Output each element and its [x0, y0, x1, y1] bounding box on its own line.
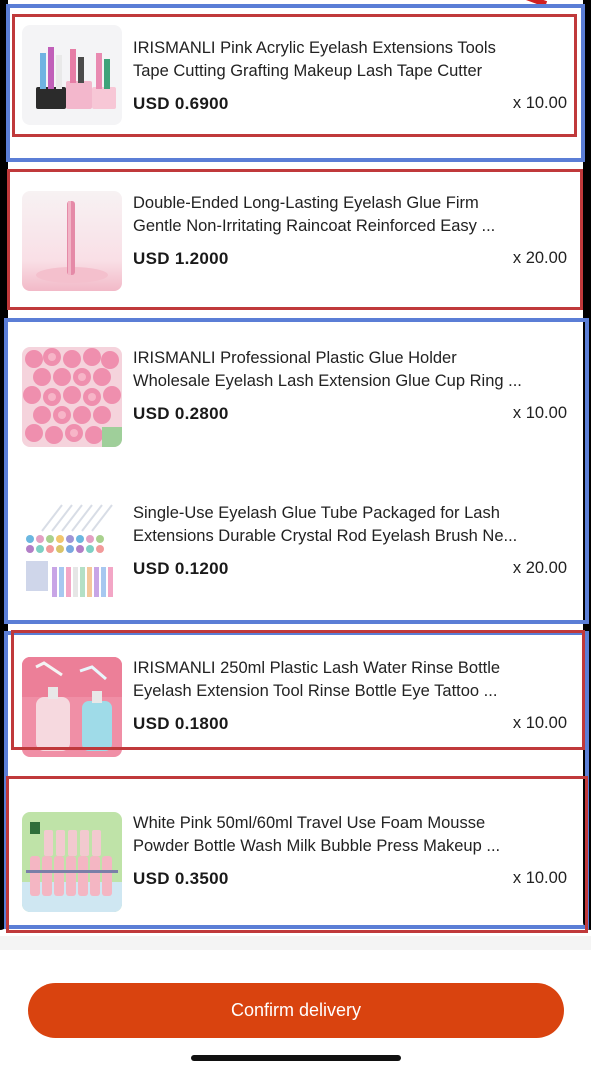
product-item[interactable]: Double-Ended Long-Lasting Eyelash Glue F… — [0, 155, 591, 310]
foam-bottles-image — [22, 812, 122, 912]
footer-divider — [0, 936, 591, 950]
rinse-bottles-image — [22, 657, 122, 757]
product-quantity: x 10.00 — [512, 94, 567, 112]
product-quantity: x 10.00 — [512, 404, 567, 422]
product-title-line: White Pink 50ml/60ml Travel Use Foam Mou… — [133, 814, 486, 832]
product-quantity: x 10.00 — [512, 714, 567, 732]
product-title-line: IRISMANLI Professional Plastic Glue Hold… — [133, 349, 457, 367]
product-price: USD 0.2800 — [133, 404, 229, 423]
pink-glue-rings-image — [22, 347, 122, 447]
product-title[interactable]: Single-Use Eyelash Glue Tube Packaged fo… — [133, 502, 573, 547]
glue-tube-image — [22, 191, 122, 291]
product-title-line: Powder Bottle Wash Milk Bubble Press Mak… — [133, 836, 501, 855]
product-title-line: Double-Ended Long-Lasting Eyelash Glue F… — [133, 194, 479, 212]
product-item[interactable]: White Pink 50ml/60ml Travel Use Foam Mou… — [0, 775, 591, 930]
home-indicator — [191, 1055, 401, 1061]
product-title-line: Eyelash Extension Tool Rinse Bottle Eye … — [133, 681, 498, 700]
product-price: USD 0.1800 — [133, 714, 229, 733]
product-price: USD 1.2000 — [133, 249, 229, 268]
product-title-line: Single-Use Eyelash Glue Tube Packaged fo… — [133, 504, 500, 522]
product-title[interactable]: IRISMANLI Professional Plastic Glue Hold… — [133, 347, 573, 392]
pink-acrylic-organizer-image — [22, 25, 122, 125]
product-title[interactable]: White Pink 50ml/60ml Travel Use Foam Mou… — [133, 812, 573, 857]
product-item[interactable]: IRISMANLI Professional Plastic Glue Hold… — [0, 310, 591, 465]
glue-tubes-brushes-image — [22, 501, 122, 601]
product-title[interactable]: IRISMANLI Pink Acrylic Eyelash Extension… — [133, 37, 573, 82]
product-title-line: Tape Cutting Grafting Makeup Lash Tape C… — [133, 61, 483, 80]
product-title-line: Gentle Non-Irritating Raincoat Reinforce… — [133, 216, 496, 235]
confirm-delivery-button[interactable]: Confirm delivery — [28, 983, 564, 1038]
product-price: USD 0.1200 — [133, 559, 229, 578]
product-quantity: x 20.00 — [512, 249, 567, 267]
product-title-line: IRISMANLI 250ml Plastic Lash Water Rinse… — [133, 659, 501, 677]
product-quantity: x 10.00 — [512, 869, 567, 887]
product-item[interactable]: IRISMANLI Pink Acrylic Eyelash Extension… — [0, 0, 591, 155]
product-price: USD 0.3500 — [133, 869, 229, 888]
product-title-line: Extensions Durable Crystal Rod Eyelash B… — [133, 526, 518, 545]
product-title[interactable]: IRISMANLI 250ml Plastic Lash Water Rinse… — [133, 657, 573, 702]
product-title-line: IRISMANLI Pink Acrylic Eyelash Extension… — [133, 39, 496, 57]
product-title-line: Wholesale Eyelash Lash Extension Glue Cu… — [133, 371, 522, 390]
product-item[interactable]: Single-Use Eyelash Glue Tube Packaged fo… — [0, 465, 591, 620]
product-item[interactable]: IRISMANLI 250ml Plastic Lash Water Rinse… — [0, 620, 591, 775]
product-quantity: x 20.00 — [512, 559, 567, 577]
product-title[interactable]: Double-Ended Long-Lasting Eyelash Glue F… — [133, 192, 573, 237]
product-price: USD 0.6900 — [133, 94, 229, 113]
